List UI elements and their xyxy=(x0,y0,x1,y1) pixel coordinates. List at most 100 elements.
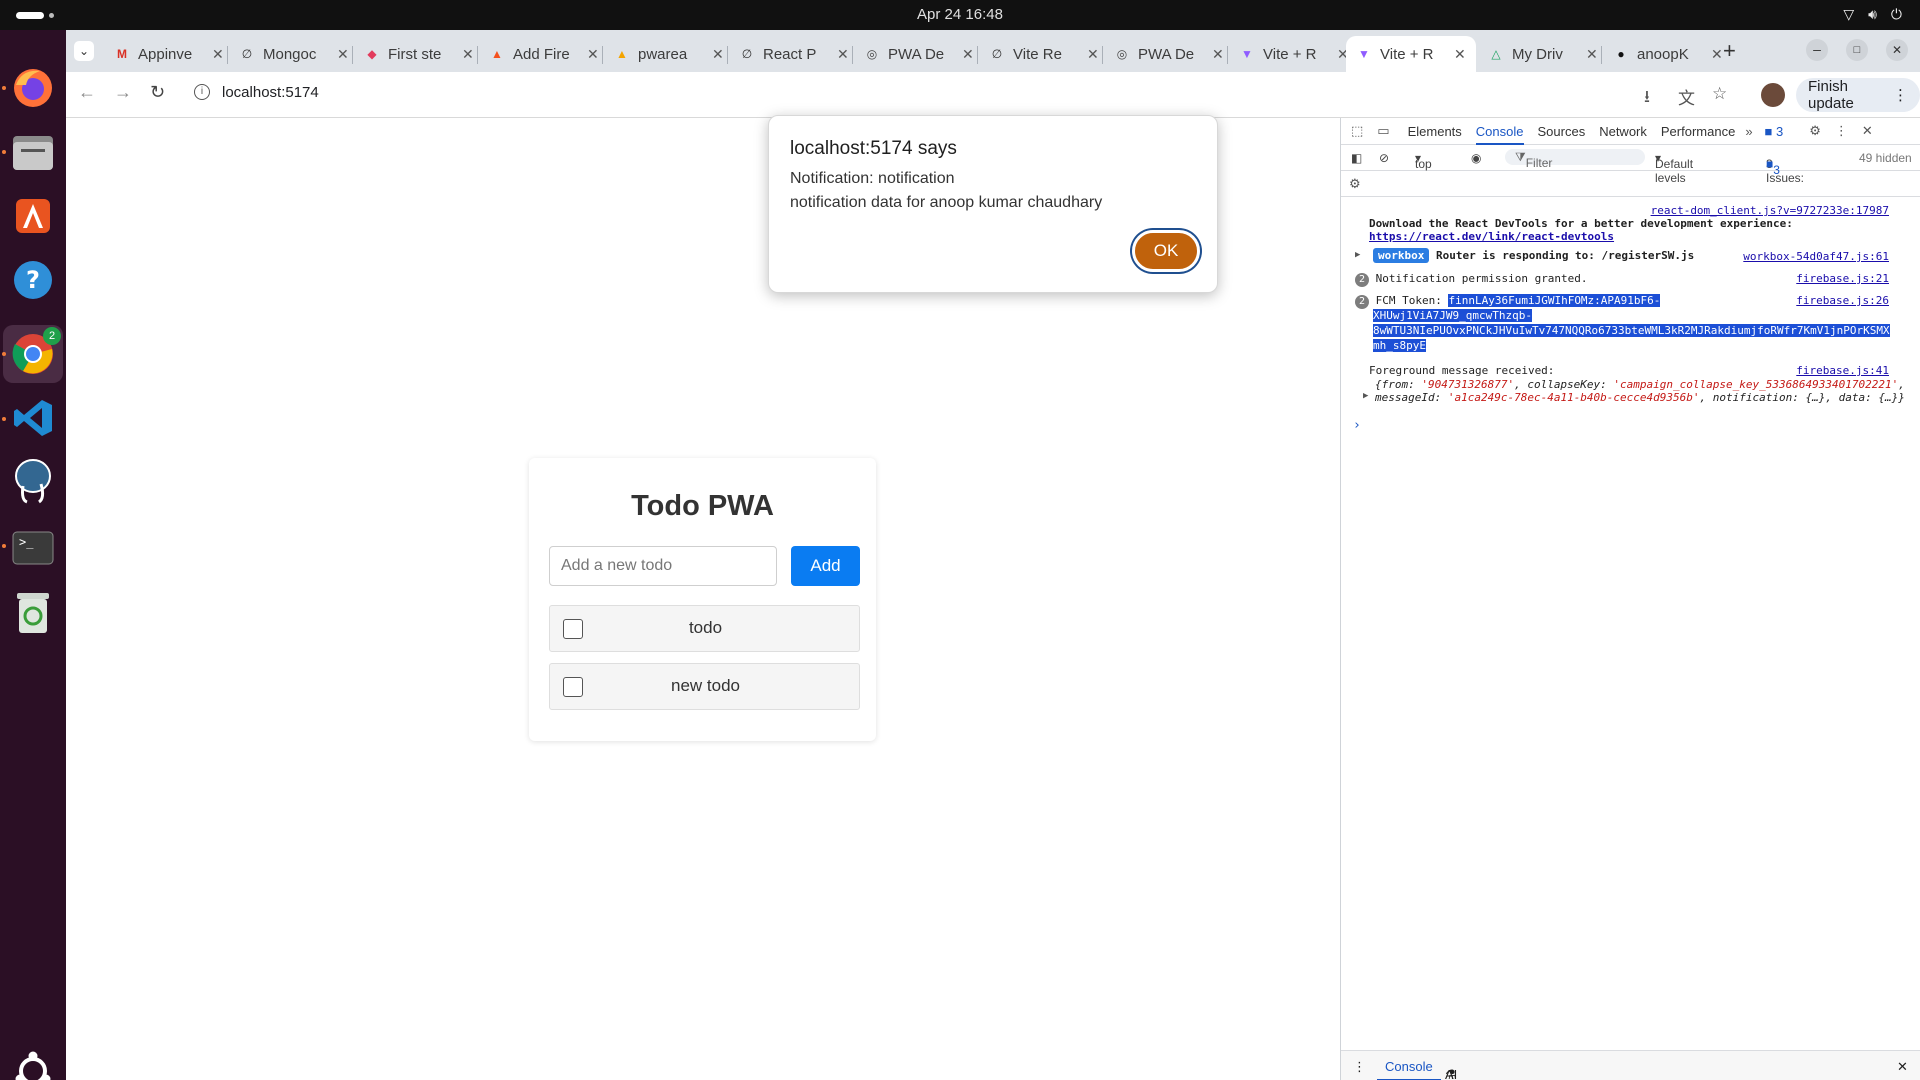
tab-active[interactable]: ▼ Vite + R ✕ xyxy=(1346,36,1476,72)
close-icon[interactable]: ✕ xyxy=(212,46,224,63)
devtools-link[interactable]: https://react.dev/link/react-devtools xyxy=(1369,230,1909,243)
tab[interactable]: ● anoopK ✕ xyxy=(1603,36,1733,72)
dock-chrome[interactable]: 2 xyxy=(3,325,63,383)
close-icon[interactable]: ✕ xyxy=(962,46,974,63)
tab-network[interactable]: Network xyxy=(1599,124,1647,139)
dock-help[interactable]: ? xyxy=(9,256,57,304)
system-tray[interactable]: ▽ 🔊︎ ⏻ xyxy=(1843,6,1902,23)
tab[interactable]: ∅ React P ✕ xyxy=(729,36,859,72)
tab-console[interactable]: Console xyxy=(1475,124,1524,145)
translate-icon[interactable]: 文 xyxy=(1678,84,1695,109)
dock-pgadmin[interactable] xyxy=(9,456,57,504)
devtools-menu-icon[interactable]: ⋮ xyxy=(1835,123,1848,139)
log-levels-dropdown[interactable]: Default levels ▾ xyxy=(1655,151,1693,185)
running-dot xyxy=(2,150,6,154)
settings-gear-icon[interactable]: ⚙ xyxy=(1809,123,1821,139)
dock-vscode[interactable] xyxy=(9,394,57,442)
expand-triangle-icon[interactable]: ▶ xyxy=(1363,391,1368,401)
tab[interactable]: ∅ Vite Re ✕ xyxy=(979,36,1109,72)
close-icon[interactable]: ✕ xyxy=(712,46,724,63)
close-icon[interactable]: ✕ xyxy=(1586,46,1598,63)
dock-app-center[interactable] xyxy=(9,192,57,240)
drawer-close-icon[interactable]: ✕ xyxy=(1897,1059,1908,1075)
window-close-icon[interactable]: ✕ xyxy=(1886,39,1908,61)
profile-avatar[interactable] xyxy=(1761,83,1785,107)
context-selector[interactable]: top ▾ xyxy=(1415,151,1432,171)
fcm-token-selected[interactable]: XHUwj1ViA7JW9_qmcwThzqb- xyxy=(1373,309,1532,322)
forward-icon[interactable]: → xyxy=(114,82,132,103)
dock-trash[interactable] xyxy=(9,588,57,636)
volume-icon[interactable]: 🔊︎ xyxy=(1868,6,1877,23)
message-object[interactable]: {from: '904731326877', collapseKey: 'cam… xyxy=(1375,378,1915,404)
dialog-ok-button[interactable]: OK xyxy=(1132,230,1200,272)
gmail-icon: M xyxy=(117,47,127,61)
sidebar-toggle-icon[interactable]: ◧ xyxy=(1351,151,1362,165)
power-icon[interactable]: ⏻ xyxy=(1891,6,1902,23)
tab-elements[interactable]: Elements xyxy=(1408,124,1462,139)
source-link[interactable]: react-dom_client.js?v=9727233e:17987 xyxy=(1651,204,1889,217)
tab-performance[interactable]: Performance xyxy=(1661,124,1735,139)
source-link[interactable]: workbox-54d0af47.js:61 xyxy=(1743,250,1889,263)
tab[interactable]: △ My Driv ✕ xyxy=(1478,36,1608,72)
vite-icon: ▼ xyxy=(1358,47,1370,61)
new-tab-icon[interactable]: + xyxy=(1723,38,1736,64)
new-todo-input[interactable] xyxy=(549,546,777,586)
console-filter-input[interactable]: ⧩ Filter xyxy=(1505,149,1645,170)
clear-console-icon[interactable]: ⊘ xyxy=(1379,151,1389,165)
close-icon[interactable]: ✕ xyxy=(462,46,474,63)
close-icon[interactable]: ✕ xyxy=(337,46,349,63)
minimize-icon[interactable]: – xyxy=(1806,39,1828,61)
tab[interactable]: ∅ Mongoc ✕ xyxy=(229,36,359,72)
drawer-tab-console[interactable]: Console xyxy=(1377,1059,1441,1080)
todo-item: todo xyxy=(549,605,860,652)
wifi-icon[interactable]: ▽ xyxy=(1843,6,1854,23)
tab[interactable]: M Appinve ✕ xyxy=(104,36,234,72)
dock-terminal[interactable]: >_ xyxy=(9,524,57,572)
reload-icon[interactable]: ↻ xyxy=(150,82,165,103)
device-toolbar-icon[interactable]: ▭ xyxy=(1377,123,1389,139)
tab[interactable]: ▲ Add Fire ✕ xyxy=(479,36,609,72)
svg-text:?: ? xyxy=(26,266,40,294)
finish-update-button[interactable]: Finish update ⋮ xyxy=(1796,78,1920,112)
tab[interactable]: ▲ pwarea ✕ xyxy=(604,36,734,72)
inspect-element-icon[interactable]: ⬚ xyxy=(1351,123,1363,139)
tab-separator xyxy=(477,46,478,64)
console-settings-icon[interactable]: ⚙ xyxy=(1349,176,1361,192)
close-icon[interactable]: ✕ xyxy=(837,46,849,63)
issues-counter[interactable]: ■ 3 xyxy=(1765,124,1784,139)
more-tabs-icon[interactable]: » xyxy=(1745,124,1752,139)
tab-sources[interactable]: Sources xyxy=(1538,124,1586,139)
close-icon[interactable]: ✕ xyxy=(587,46,599,63)
fcm-token-selected[interactable]: 8wWTU3NIePUOvxPNCkJHVuIwTv747NQQRo6733bt… xyxy=(1373,324,1890,337)
install-app-icon[interactable]: ⭳ xyxy=(1644,84,1650,113)
address-bar[interactable]: localhost:5174 xyxy=(222,84,319,101)
bookmark-star-icon[interactable]: ☆ xyxy=(1712,84,1727,104)
expand-triangle-icon[interactable]: ▶ xyxy=(1355,250,1360,260)
fcm-token-selected[interactable]: finnLAy36FumiJGWIhFOMz:APA91bF6- xyxy=(1448,294,1661,307)
drawer-menu-icon[interactable]: ⋮ xyxy=(1353,1059,1366,1075)
back-icon[interactable]: ← xyxy=(78,82,96,103)
tab[interactable]: ◎ PWA De ✕ xyxy=(1104,36,1234,72)
source-link[interactable]: firebase.js:41 xyxy=(1796,364,1889,377)
dock-show-apps[interactable] xyxy=(9,1047,57,1080)
fcm-token-selected[interactable]: mh_s8pyE xyxy=(1373,339,1426,352)
dock-firefox[interactable] xyxy=(9,64,57,112)
devtools-close-icon[interactable]: ✕ xyxy=(1862,123,1873,139)
source-link[interactable]: firebase.js:21 xyxy=(1796,272,1889,285)
close-icon[interactable]: ✕ xyxy=(1087,46,1099,63)
close-icon[interactable]: ✕ xyxy=(1711,46,1723,63)
link-icon: ∅ xyxy=(241,47,253,61)
live-expression-eye-icon[interactable]: ◉ xyxy=(1471,151,1481,165)
system-clock[interactable]: Apr 24 16:48 xyxy=(0,6,1920,23)
tab-search-button[interactable]: ⌄ xyxy=(74,41,94,61)
dock-files[interactable] xyxy=(9,128,57,176)
close-icon[interactable]: ✕ xyxy=(1454,46,1466,63)
add-todo-button[interactable]: Add xyxy=(791,546,860,586)
tab[interactable]: ◆ First ste ✕ xyxy=(354,36,484,72)
close-icon[interactable]: ✕ xyxy=(1212,46,1224,63)
site-info-icon[interactable]: i xyxy=(194,84,210,100)
maximize-icon[interactable]: □ xyxy=(1846,39,1868,61)
tab[interactable]: ▼ Vite + R ✕ xyxy=(1229,36,1359,72)
source-link[interactable]: firebase.js:26 xyxy=(1796,294,1889,307)
tab[interactable]: ◎ PWA De ✕ xyxy=(854,36,984,72)
